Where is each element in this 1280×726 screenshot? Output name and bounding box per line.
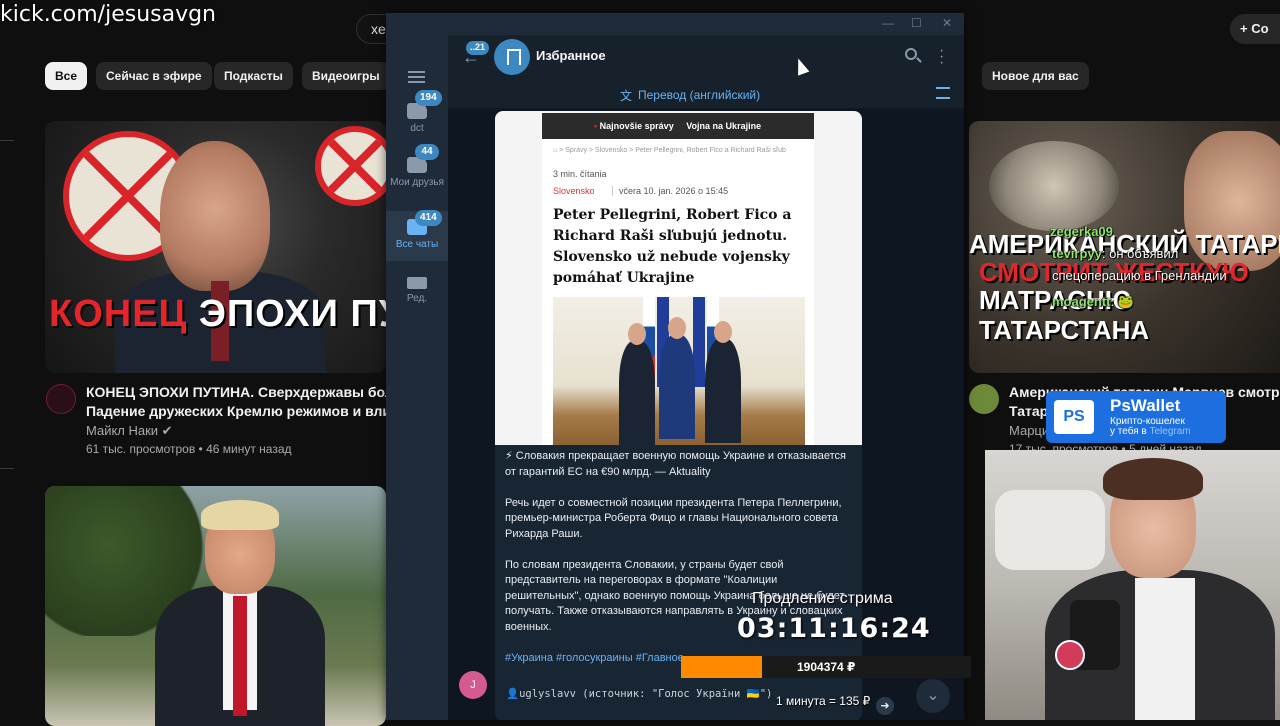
chip-new-for-you[interactable]: Новое для вас xyxy=(982,62,1089,90)
donation-rate: 1 минута = 135 ₽ xyxy=(776,694,871,708)
translate-bar[interactable]: 文 Перевод (английский) xyxy=(448,79,964,109)
message-paragraph: ⚡ Словакия прекращает военную помощь Укр… xyxy=(505,450,846,478)
unread-badge: 414 xyxy=(415,210,442,226)
folder-label: Все чаты xyxy=(395,239,439,250)
donation-goal-amount: 1904374 ₽ xyxy=(797,660,856,674)
donation-goal-fill xyxy=(681,656,763,678)
translate-icon: 文 xyxy=(620,89,633,103)
video-thumbnail[interactable]: КОНЕЦ ЭПОХИ ПУ xyxy=(45,121,386,373)
video-title-line2[interactable]: Татар xyxy=(1009,401,1048,421)
window-titlebar: — ☐ ✕ xyxy=(386,13,964,35)
thumbnail-tie xyxy=(233,596,247,716)
folder-friends[interactable]: 44 Мои друзья xyxy=(386,144,448,209)
folder-label: dct xyxy=(410,123,424,134)
stream-chat-line: moagentt: 🐸 xyxy=(1052,294,1134,309)
video-thumbnail[interactable] xyxy=(45,486,386,726)
channel-avatar[interactable] xyxy=(46,384,76,414)
ban-sign xyxy=(315,126,386,206)
article-nav: • Najnovšie správy Vojna na Ukrajine xyxy=(542,113,814,139)
person-figure xyxy=(659,317,695,439)
article-breadcrumb: ⌂ > Správy > Slovensko > Peter Pellegrin… xyxy=(553,147,786,154)
create-button[interactable]: + Со xyxy=(1230,14,1280,44)
video-title[interactable]: КОНЕЦ ЭПОХИ ПУТИНА. Сверхдержавы больш xyxy=(86,382,414,402)
folder-rail: 194 dct 44 Мои друзья 414 Все чаты Ред. xyxy=(386,35,448,720)
pswallet-subtitle: Крипто-кошелек у тебя в Telegram xyxy=(1110,416,1191,437)
thumbnail-caption: ТАТАРСТАНА xyxy=(979,315,1150,345)
webcam-pillow xyxy=(995,490,1105,570)
bookmark-icon[interactable] xyxy=(494,39,530,75)
more-vertical-icon[interactable]: · · · xyxy=(939,43,945,71)
folder-edit[interactable]: Ред. xyxy=(386,271,448,315)
article-headline: Peter Pellegrini, Robert Fico a Richard … xyxy=(553,207,792,286)
stream-timer-label: Продление стрима xyxy=(752,590,893,607)
chip-podcasts[interactable]: Подкасты xyxy=(214,62,293,90)
video-title-line2[interactable]: Падение дружеских Кремлю режимов и влиян xyxy=(86,401,408,421)
message-photo[interactable]: • Najnovšie správy Vojna na Ukrajine ⌂ >… xyxy=(495,111,862,445)
mic-logo-badge xyxy=(1055,640,1085,670)
sidebar-divider xyxy=(0,468,14,469)
video-meta: 61 тыс. просмотров • 46 минут назад xyxy=(86,442,292,456)
article-page: ⌂ > Správy > Slovensko > Peter Pellegrin… xyxy=(542,139,814,445)
stream-timer-value: 03:11:16:24 xyxy=(737,613,931,644)
channel-name[interactable]: Марци xyxy=(1009,423,1049,438)
stream-chat-line: спецоперацию в Гренландии xyxy=(1052,268,1227,283)
person-figure xyxy=(619,323,655,445)
message-text: ⚡ Словакия прекращает военную помощь Укр… xyxy=(505,449,850,682)
close-icon[interactable]: ✕ xyxy=(942,16,952,30)
stream-chat-line: tevirpyy: он объявил xyxy=(1052,246,1179,261)
folder-label: Ред. xyxy=(406,293,428,304)
stream-chat-line: zegerka09 xyxy=(1050,224,1113,239)
chip-videogames[interactable]: Видеоигры xyxy=(302,62,390,90)
article-photo xyxy=(553,297,805,445)
minimize-icon[interactable]: — xyxy=(882,16,894,30)
article-read-time: 3 min. čítania xyxy=(553,169,607,179)
article-date: včera 10. jan. 2026 o 15:45 xyxy=(612,186,728,196)
translate-settings-icon[interactable] xyxy=(936,87,950,99)
chat-title[interactable]: Избранное xyxy=(536,48,606,63)
person-figure xyxy=(705,321,741,443)
share-icon[interactable]: ➜ xyxy=(876,697,894,715)
webcam-tshirt xyxy=(1135,578,1195,720)
chip-all[interactable]: Все xyxy=(45,62,88,90)
channel-avatar[interactable] xyxy=(969,384,999,414)
thumbnail-bowl xyxy=(989,141,1119,231)
menu-icon[interactable] xyxy=(408,71,425,83)
search-icon[interactable] xyxy=(905,48,917,60)
chip-live[interactable]: Сейчас в эфире xyxy=(96,62,212,90)
forward-source[interactable]: 👤uglyslavv (источник: "Голос України 🇺🇦"… xyxy=(506,687,772,700)
sender-avatar[interactable]: J xyxy=(459,671,487,699)
folder-all-chats[interactable]: 414 Все чаты xyxy=(386,210,448,261)
folder-label: Мои друзья xyxy=(390,177,444,188)
pswallet-title: PsWallet xyxy=(1110,396,1181,415)
scroll-down-icon[interactable]: ⌄ xyxy=(916,679,950,713)
thumbnail-title: КОНЕЦ ЭПОХИ ПУ xyxy=(49,293,386,335)
article-category: Slovensko xyxy=(553,186,595,196)
channel-name[interactable]: Майкл Наки ✔ xyxy=(86,423,173,439)
back-unread-badge: ..21 xyxy=(466,41,490,55)
donation-goal-bar: 1904374 ₽ xyxy=(681,656,971,678)
message-paragraph: Речь идет о совместной позиции президент… xyxy=(505,496,842,540)
sliders-icon xyxy=(407,277,427,289)
translate-label[interactable]: Перевод (английский) xyxy=(638,88,760,102)
pswallet-ad: PS PsWallet Крипто-кошелек у тебя в Teleg… xyxy=(1046,391,1226,443)
sidebar-divider xyxy=(0,140,14,141)
unread-badge: 44 xyxy=(415,144,439,160)
pswallet-logo: PS xyxy=(1054,400,1094,434)
streamer-webcam xyxy=(985,450,1280,720)
unread-badge: 194 xyxy=(415,90,442,106)
maximize-icon[interactable]: ☐ xyxy=(911,16,922,30)
thumbnail-hair xyxy=(201,500,279,530)
chat-header: ← ..21 Избранное · · · xyxy=(448,35,964,79)
thumbnail-face xyxy=(160,141,270,291)
stream-watermark: kick.com/jesusavgn xyxy=(0,2,217,27)
webcam-hair xyxy=(1103,458,1203,500)
folder-dct[interactable]: 194 dct xyxy=(386,90,448,147)
